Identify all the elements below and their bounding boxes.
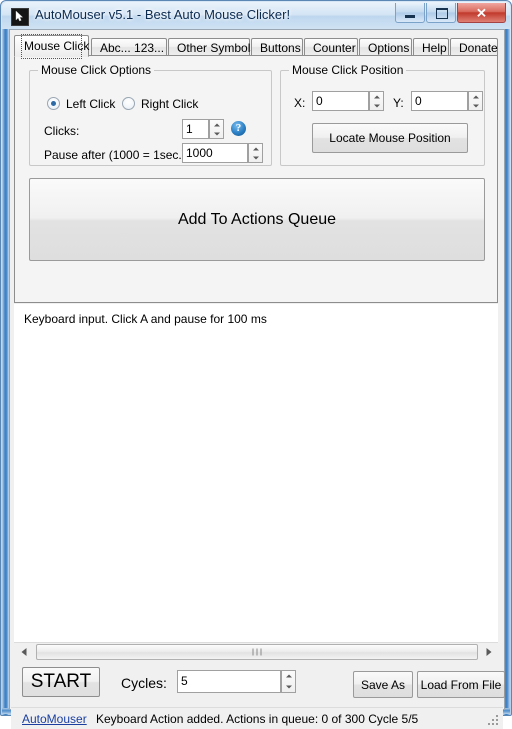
cycles-stepper-up[interactable]	[282, 671, 295, 682]
cycles-stepper[interactable]	[281, 670, 296, 693]
y-coordinate-input[interactable]: 0	[411, 91, 468, 111]
tab-options-label: Options	[368, 41, 410, 55]
minimize-button[interactable]	[395, 3, 425, 23]
scrollbar-grip-icon	[252, 648, 262, 656]
window-title: AutoMouser v5.1 - Best Auto Mouse Clicke…	[35, 7, 291, 22]
radio-left-click-label: Left Click	[66, 97, 116, 111]
title-bar[interactable]: AutoMouser v5.1 - Best Auto Mouse Clicke…	[2, 2, 510, 29]
y-coordinate-stepper[interactable]	[468, 91, 483, 111]
start-button[interactable]: START	[22, 667, 100, 697]
radio-right-click-label: Right Click	[141, 97, 199, 111]
help-icon[interactable]: ?	[231, 121, 246, 136]
x-coordinate-stepper[interactable]	[369, 91, 384, 111]
status-message: Keyboard Action added. Actions in queue:…	[96, 712, 419, 726]
clicks-stepper-up[interactable]	[210, 120, 223, 129]
window-border-left	[2, 29, 9, 715]
minimize-icon	[405, 15, 415, 18]
status-bar: AutoMouser Keyboard Action added. Action…	[11, 707, 503, 729]
tab-other-symbols-label: Other Symbols	[177, 41, 257, 55]
maximize-icon	[436, 8, 448, 19]
load-from-file-button[interactable]: Load From File	[417, 671, 505, 698]
clicks-stepper-down[interactable]	[210, 129, 223, 138]
y-coordinate-label: Y:	[393, 96, 404, 110]
close-button[interactable]: ✕	[457, 3, 506, 23]
group-mouse-click-position-title: Mouse Click Position	[289, 63, 407, 77]
close-icon: ✕	[476, 5, 487, 20]
save-as-button[interactable]: Save As	[353, 671, 413, 698]
x-coordinate-input[interactable]: 0	[312, 91, 369, 111]
list-item[interactable]: Keyboard input. Click A and pause for 10…	[24, 312, 267, 326]
scroll-right-arrow-icon[interactable]	[480, 644, 497, 660]
pause-input[interactable]: 1000	[182, 143, 248, 163]
tab-options[interactable]: Options	[359, 38, 412, 56]
tab-counter-label: Counter	[313, 41, 356, 55]
tab-strip: Mouse Click Abc... 123... Other Symbols …	[14, 34, 498, 59]
cycles-stepper-down[interactable]	[282, 682, 295, 693]
maximize-button[interactable]	[426, 3, 456, 23]
tab-mouse-click[interactable]: Mouse Click	[14, 34, 89, 59]
pause-stepper-down[interactable]	[249, 153, 262, 162]
scrollbar-thumb[interactable]	[36, 644, 478, 660]
actions-queue-list[interactable]: Keyboard input. Click A and pause for 10…	[14, 304, 498, 642]
locate-mouse-position-button[interactable]: Locate Mouse Position	[312, 123, 468, 153]
tab-page-mouse-click: Mouse Click Options Left Click Right Cli…	[14, 55, 498, 303]
clicks-input[interactable]: 1	[182, 119, 209, 139]
y-stepper-down[interactable]	[469, 101, 482, 110]
x-stepper-up[interactable]	[370, 92, 383, 101]
pause-stepper[interactable]	[248, 143, 263, 163]
horizontal-scrollbar[interactable]	[14, 642, 498, 660]
x-coordinate-label: X:	[294, 96, 306, 110]
cycles-input[interactable]: 5	[177, 670, 281, 693]
scroll-left-arrow-icon[interactable]	[15, 644, 32, 660]
radio-left-click[interactable]	[47, 97, 60, 110]
cycles-label: Cycles:	[121, 675, 167, 691]
y-stepper-up[interactable]	[469, 92, 482, 101]
tab-abc-123[interactable]: Abc... 123...	[91, 38, 167, 56]
tab-mouse-click-label: Mouse Click	[21, 34, 89, 59]
client-area: Mouse Click Abc... 123... Other Symbols …	[9, 29, 505, 729]
mouse-cursor-icon	[11, 8, 29, 26]
group-mouse-click-options: Mouse Click Options Left Click Right Cli…	[29, 63, 272, 166]
tab-help[interactable]: Help	[413, 38, 449, 56]
resize-grip-icon[interactable]	[488, 715, 500, 727]
clicks-stepper[interactable]	[209, 119, 224, 139]
group-mouse-click-options-title: Mouse Click Options	[38, 63, 155, 77]
tab-buttons-label: Buttons	[260, 41, 301, 55]
application-window: AutoMouser v5.1 - Best Auto Mouse Clicke…	[0, 0, 512, 729]
bottom-toolbar: START Cycles: 5 Save As Load From File	[11, 661, 505, 705]
group-mouse-click-position: Mouse Click Position X: 0 Y: 0 Locate Mo…	[280, 63, 485, 166]
pause-stepper-up[interactable]	[249, 144, 262, 153]
x-stepper-down[interactable]	[370, 101, 383, 110]
add-to-actions-queue-button[interactable]: Add To Actions Queue	[29, 178, 485, 261]
tab-help-label: Help	[422, 41, 447, 55]
tab-abc-123-label: Abc... 123...	[100, 41, 165, 55]
tab-buttons[interactable]: Buttons	[251, 38, 303, 56]
caption-buttons: ✕	[395, 3, 506, 23]
tab-other-symbols[interactable]: Other Symbols	[168, 38, 256, 56]
radio-right-click[interactable]	[122, 97, 135, 110]
tab-donate[interactable]: Donate	[450, 38, 498, 56]
pause-label: Pause after (1000 = 1sec.)	[44, 148, 186, 162]
automouser-link[interactable]: AutoMouser	[22, 712, 87, 726]
clicks-label: Clicks:	[44, 124, 80, 138]
tab-donate-label: Donate	[459, 41, 498, 55]
tab-counter[interactable]: Counter	[304, 38, 358, 56]
